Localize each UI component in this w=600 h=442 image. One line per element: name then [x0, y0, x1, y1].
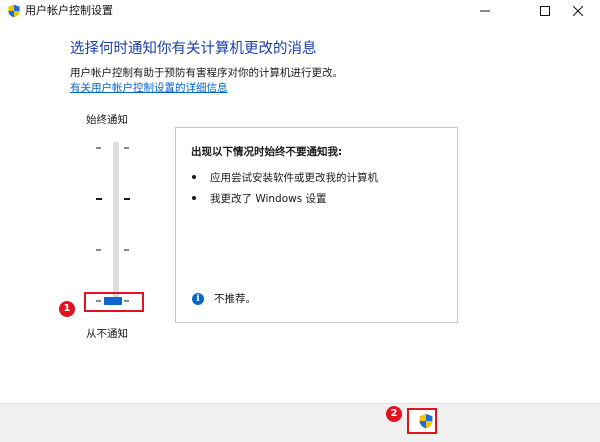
slider-top-label: 始终通知: [86, 114, 128, 126]
minimize-icon: [480, 10, 490, 12]
slider-tick: [96, 249, 101, 251]
minimize-button[interactable]: [463, 0, 507, 22]
annotation-marker-1: 1: [59, 301, 75, 317]
bullet-icon: [192, 196, 196, 200]
slider-tick: [96, 147, 101, 149]
info-icon: i: [192, 293, 204, 305]
slider-tick: [124, 249, 129, 251]
slider-track[interactable]: [113, 142, 119, 302]
close-icon: [573, 6, 583, 16]
bullet-icon: [192, 175, 196, 179]
annotation-marker-2: 2: [386, 406, 402, 422]
description-text: 用户帐户控制有助于预防有害程序对你的计算机进行更改。: [70, 67, 343, 79]
info-title: 出现以下情况时始终不要通知我:: [191, 146, 343, 158]
slider-tick: [124, 198, 130, 200]
info-note-text: 不推荐。: [214, 293, 256, 305]
annotation-highlight-box: [84, 292, 144, 312]
slider-tick: [96, 198, 102, 200]
info-list-item: 应用尝试安装软件或更改我的计算机: [192, 171, 378, 185]
title-bar: 用户帐户控制设置: [0, 0, 600, 22]
page-heading: 选择何时通知你有关计算机更改的消息: [70, 41, 317, 57]
info-note: i 不推荐。: [192, 292, 256, 306]
info-list-item: 我更改了 Windows 设置: [192, 192, 327, 206]
close-button[interactable]: [556, 0, 600, 22]
uac-shield-icon[interactable]: [418, 413, 434, 429]
maximize-icon: [540, 6, 550, 16]
slider-tick: [124, 147, 129, 149]
info-panel: 出现以下情况时始终不要通知我: 应用尝试安装软件或更改我的计算机 我更改了 Wi…: [175, 127, 458, 323]
details-link[interactable]: 有关用户帐户控制设置的详细信息: [70, 81, 228, 95]
footer-bar: [0, 404, 600, 442]
uac-shield-icon: [8, 4, 20, 18]
slider-bottom-label: 从不通知: [86, 328, 128, 340]
window-title: 用户帐户控制设置: [25, 4, 113, 17]
